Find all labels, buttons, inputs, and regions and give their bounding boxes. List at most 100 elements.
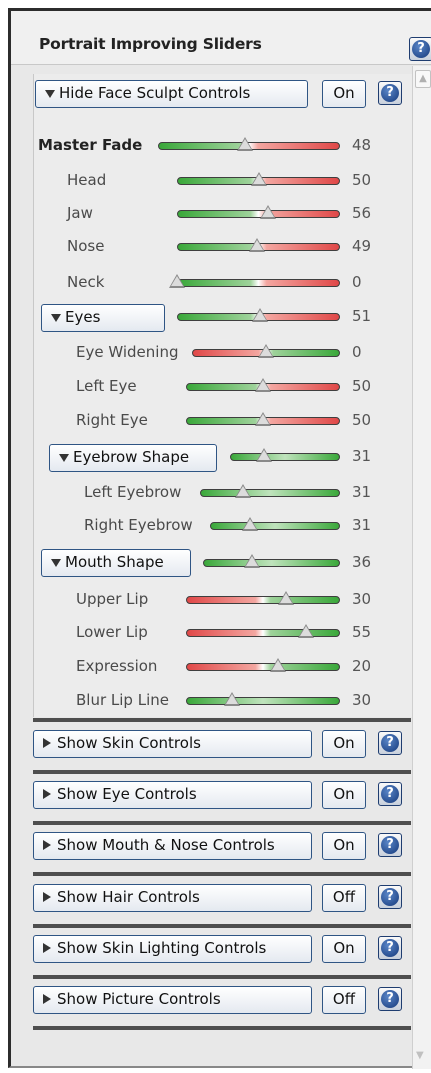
help-icon: ? bbox=[381, 939, 399, 957]
upper-lip-value: 30 bbox=[352, 590, 372, 608]
mouth-shape-toggle[interactable]: Mouth Shape bbox=[41, 549, 191, 577]
left-eyebrow-slider[interactable] bbox=[200, 489, 340, 497]
show-eye-controls-toggle[interactable]: Show Eye Controls bbox=[33, 781, 312, 809]
master-fade-slider-thumb[interactable] bbox=[237, 137, 254, 151]
show-picture-controls-toggle[interactable]: Show Picture Controls bbox=[33, 986, 312, 1014]
help-icon: ? bbox=[381, 990, 399, 1008]
left-eye-label: Left Eye bbox=[76, 377, 137, 395]
show-mouth-and-nose-controls-state-button[interactable]: On bbox=[322, 832, 366, 860]
jaw-label: Jaw bbox=[67, 204, 93, 222]
section-divider bbox=[33, 821, 411, 825]
eyebrow-shape-slider[interactable] bbox=[230, 453, 340, 461]
left-eye-value: 50 bbox=[352, 377, 372, 395]
left-eyebrow-value: 31 bbox=[352, 483, 372, 501]
show-hair-controls-help-button[interactable]: ? bbox=[378, 885, 402, 909]
right-eye-slider-thumb[interactable] bbox=[255, 412, 271, 426]
face-sculpt-on-button[interactable]: On bbox=[322, 80, 366, 108]
expand-triangle-icon bbox=[43, 892, 51, 902]
lower-lip-slider[interactable] bbox=[186, 629, 340, 637]
expand-triangle-icon bbox=[43, 840, 51, 850]
jaw-slider-thumb[interactable] bbox=[260, 205, 277, 219]
show-picture-controls-state-button[interactable]: Off bbox=[322, 986, 366, 1014]
help-icon: ? bbox=[381, 888, 399, 906]
show-mouth-and-nose-controls-toggle[interactable]: Show Mouth & Nose Controls bbox=[33, 832, 312, 860]
panel-help-button[interactable]: ? bbox=[409, 37, 431, 61]
section-divider bbox=[33, 924, 411, 928]
neck-label: Neck bbox=[67, 273, 105, 291]
section-divider bbox=[33, 718, 411, 722]
right-eyebrow-label: Right Eyebrow bbox=[84, 516, 193, 534]
show-skin-controls-toggle[interactable]: Show Skin Controls bbox=[33, 730, 312, 758]
scroll-down-arrow-icon[interactable]: ▼ bbox=[416, 1050, 424, 1061]
expand-triangle-icon bbox=[43, 994, 51, 1004]
show-skin-lighting-controls-state-button[interactable]: On bbox=[322, 935, 366, 963]
head-label: Head bbox=[67, 171, 107, 189]
right-eyebrow-value: 31 bbox=[352, 516, 372, 534]
hide-face-sculpt-toggle[interactable]: Hide Face Sculpt Controls bbox=[35, 80, 308, 108]
right-eye-value: 50 bbox=[352, 411, 372, 429]
expression-slider-thumb[interactable] bbox=[270, 658, 287, 672]
face-sculpt-help-button[interactable]: ? bbox=[378, 81, 402, 105]
show-skin-lighting-controls-help-button[interactable]: ? bbox=[378, 936, 402, 960]
right-eyebrow-slider-thumb[interactable] bbox=[242, 517, 259, 531]
mouth-shape-slider[interactable] bbox=[203, 559, 340, 567]
blur-lip-line-slider-thumb[interactable] bbox=[224, 692, 241, 706]
show-skin-controls-help-button[interactable]: ? bbox=[378, 731, 402, 755]
lower-lip-slider-thumb[interactable] bbox=[298, 624, 315, 638]
left-eye-slider-thumb[interactable] bbox=[255, 378, 271, 392]
collapse-triangle-icon bbox=[51, 559, 61, 567]
nose-label: Nose bbox=[67, 237, 105, 255]
expression-slider[interactable] bbox=[186, 663, 340, 671]
expand-triangle-icon bbox=[43, 738, 51, 748]
section-divider bbox=[33, 770, 411, 774]
show-hair-controls-toggle[interactable]: Show Hair Controls bbox=[33, 884, 312, 912]
jaw-value: 56 bbox=[352, 204, 372, 222]
section-divider bbox=[33, 1026, 411, 1030]
show-picture-controls-help-button[interactable]: ? bbox=[378, 987, 402, 1011]
left-eyebrow-slider-thumb[interactable] bbox=[235, 484, 252, 498]
head-value: 50 bbox=[352, 171, 372, 189]
eyebrow-shape-slider-thumb[interactable] bbox=[256, 448, 273, 462]
neck-slider[interactable] bbox=[177, 279, 340, 287]
blur-lip-line-value: 30 bbox=[352, 691, 372, 709]
expression-value: 20 bbox=[352, 657, 372, 675]
vertical-scrollbar[interactable]: ▲ ▼ bbox=[412, 66, 431, 1069]
upper-lip-slider[interactable] bbox=[186, 596, 340, 604]
neck-slider-thumb[interactable] bbox=[169, 274, 185, 288]
right-eyebrow-slider[interactable] bbox=[210, 522, 340, 530]
expression-label: Expression bbox=[76, 657, 158, 675]
show-skin-lighting-controls-toggle[interactable]: Show Skin Lighting Controls bbox=[33, 935, 312, 963]
eyes-slider-thumb[interactable] bbox=[252, 308, 269, 322]
help-icon: ? bbox=[381, 836, 399, 854]
master-fade-value: 48 bbox=[352, 136, 372, 154]
mouth-shape-slider-thumb[interactable] bbox=[244, 554, 261, 568]
eye-widening-slider-thumb[interactable] bbox=[258, 344, 274, 358]
eyebrow-shape-toggle[interactable]: Eyebrow Shape bbox=[49, 444, 217, 472]
lower-lip-value: 55 bbox=[352, 623, 372, 641]
left-eyebrow-label: Left Eyebrow bbox=[84, 483, 182, 501]
eyes-toggle[interactable]: Eyes bbox=[41, 304, 165, 332]
show-mouth-and-nose-controls-help-button[interactable]: ? bbox=[378, 833, 402, 857]
head-slider-thumb[interactable] bbox=[250, 172, 267, 186]
lower-lip-label: Lower Lip bbox=[76, 623, 148, 641]
show-skin-controls-state-button[interactable]: On bbox=[322, 730, 366, 758]
scroll-up-arrow-icon[interactable]: ▲ bbox=[415, 70, 431, 88]
eye-widening-value: 0 bbox=[352, 343, 362, 361]
nose-slider-thumb[interactable] bbox=[248, 238, 265, 252]
section-divider bbox=[33, 975, 411, 979]
help-icon: ? bbox=[381, 84, 399, 102]
show-eye-controls-help-button[interactable]: ? bbox=[378, 782, 402, 806]
expand-triangle-icon bbox=[43, 943, 51, 953]
collapse-triangle-icon bbox=[51, 314, 61, 322]
blur-lip-line-label: Blur Lip Line bbox=[76, 691, 169, 709]
panel-title: Portrait Improving Sliders bbox=[39, 35, 262, 53]
section-divider bbox=[33, 872, 411, 876]
show-hair-controls-state-button[interactable]: Off bbox=[322, 884, 366, 912]
upper-lip-slider-thumb[interactable] bbox=[278, 591, 295, 605]
show-eye-controls-state-button[interactable]: On bbox=[322, 781, 366, 809]
eyebrow-shape-value: 31 bbox=[352, 447, 372, 465]
blur-lip-line-slider[interactable] bbox=[186, 697, 340, 705]
eyes-value: 51 bbox=[352, 307, 372, 325]
help-icon: ? bbox=[412, 40, 430, 58]
jaw-slider[interactable] bbox=[177, 210, 340, 218]
